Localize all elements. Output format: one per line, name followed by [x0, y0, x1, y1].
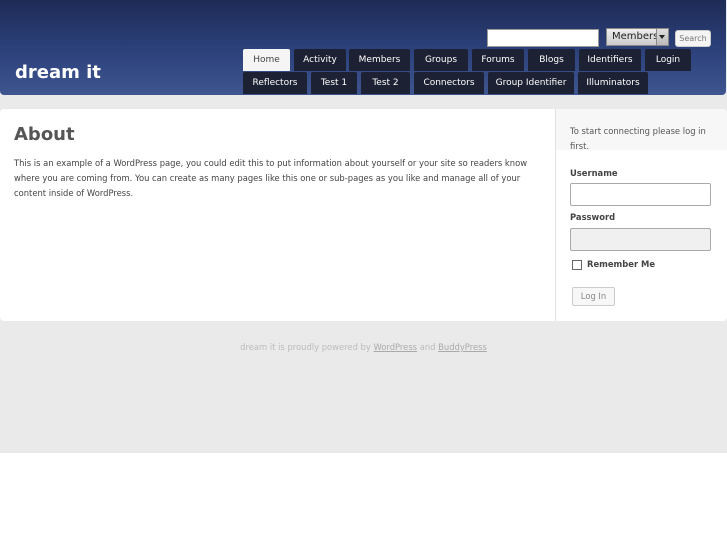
- nav-tab-group-identifier[interactable]: Group Identifier: [488, 72, 574, 94]
- footer-link-buddypress[interactable]: BuddyPress: [438, 342, 487, 352]
- search-button[interactable]: Search: [675, 30, 711, 47]
- site-title[interactable]: dream it: [15, 62, 101, 83]
- log-in-button[interactable]: Log In: [572, 287, 615, 306]
- search-scope-label: Members: [612, 31, 659, 42]
- nav-tab-test-1[interactable]: Test 1: [311, 72, 357, 94]
- footer: dream it is proudly powered by WordPress…: [0, 342, 727, 352]
- nav-tab-home[interactable]: Home: [243, 49, 290, 71]
- nav-tab-activity[interactable]: Activity: [294, 49, 346, 71]
- nav-tab-illuminators[interactable]: Illuminators: [578, 72, 648, 94]
- page-title: About: [14, 124, 75, 145]
- username-label: Username: [570, 168, 618, 178]
- chevron-down-icon: [656, 29, 668, 45]
- footer-link-wordpress[interactable]: WordPress: [373, 342, 417, 352]
- footer-text-and: and: [417, 342, 439, 352]
- nav-tab-members[interactable]: Members: [349, 49, 410, 71]
- password-label: Password: [570, 212, 616, 222]
- nav-tab-blogs[interactable]: Blogs: [528, 49, 575, 71]
- username-field[interactable]: [570, 183, 711, 206]
- login-intro-text: To start connecting please log in first.: [570, 126, 706, 151]
- nav-tab-identifiers[interactable]: Identifiers: [579, 49, 641, 71]
- footer-text: dream it is proudly powered by: [240, 342, 374, 352]
- nav-tab-login[interactable]: Login: [645, 49, 691, 71]
- password-field[interactable]: [570, 228, 711, 251]
- remember-me-label[interactable]: Remember Me: [587, 259, 655, 269]
- nav-tab-reflectors[interactable]: Reflectors: [243, 72, 307, 94]
- search-scope-select[interactable]: Members: [606, 28, 669, 46]
- nav-tab-forums[interactable]: Forums: [472, 49, 524, 71]
- search-input[interactable]: [487, 29, 599, 47]
- page-body-text: This is an example of a WordPress page, …: [14, 158, 528, 198]
- nav-tab-groups[interactable]: Groups: [414, 49, 468, 71]
- remember-me-checkbox[interactable]: [572, 260, 582, 270]
- nav-tab-connectors[interactable]: Connectors: [414, 72, 484, 94]
- nav-tab-test-2[interactable]: Test 2: [361, 72, 410, 94]
